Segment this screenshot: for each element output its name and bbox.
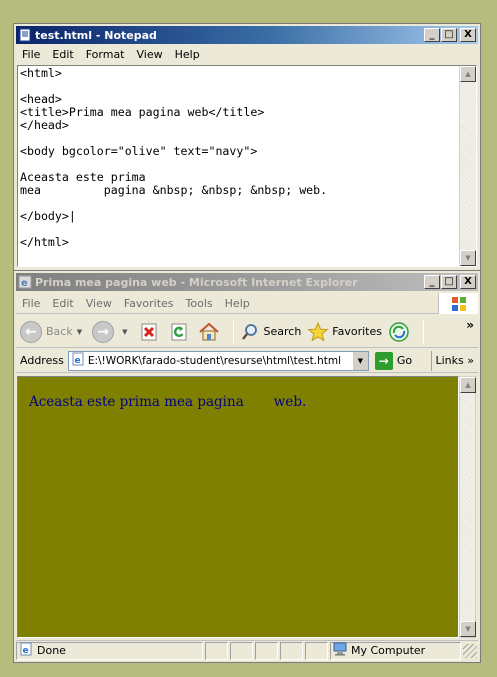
ie-window: e Prima mea pagina web - Microsoft Inter… — [13, 270, 481, 663]
ie-menu-file[interactable]: File — [16, 297, 46, 310]
favorites-button[interactable]: Favorites — [307, 321, 382, 343]
toolbar-chevron-icon[interactable]: » — [466, 318, 474, 332]
media-icon[interactable] — [388, 321, 410, 343]
notepad-titlebar[interactable]: test.html - Notepad _ □ X — [16, 26, 478, 44]
forward-dropdown-icon[interactable]: ▼ — [122, 328, 127, 336]
notepad-menu-edit[interactable]: Edit — [46, 48, 79, 61]
address-input[interactable]: e E:\!WORK\farado-student\resurse\html\t… — [67, 350, 369, 371]
ie-menubar: File Edit View Favorites Tools Help — [16, 293, 478, 314]
notepad-close-button[interactable]: X — [460, 28, 476, 42]
ie-menu-favorites[interactable]: Favorites — [118, 297, 180, 310]
ie-menu-view[interactable]: View — [80, 297, 118, 310]
address-bar: Address e E:\!WORK\farado-student\resurs… — [16, 349, 478, 373]
notepad-vertical-scrollbar[interactable]: ▲ ▼ — [459, 66, 476, 266]
svg-text:e: e — [21, 278, 28, 289]
forward-arrow-icon: → — [92, 320, 115, 343]
search-button[interactable]: Search — [239, 321, 302, 343]
status-text: Done — [37, 644, 66, 657]
go-button[interactable]: → Go — [374, 351, 413, 370]
notepad-menu-format[interactable]: Format — [80, 48, 131, 61]
status-bar: e Done My Computer — [16, 640, 478, 660]
notepad-menu-file[interactable]: File — [16, 48, 46, 61]
ie-menu-tools[interactable]: Tools — [180, 297, 219, 310]
ie-vertical-scrollbar[interactable]: ▲ ▼ — [459, 376, 476, 638]
forward-button[interactable]: → ▼ — [92, 320, 131, 343]
page-body-text: Aceasta este prima mea pagina web. — [29, 394, 307, 410]
refresh-icon[interactable] — [168, 321, 190, 343]
notepad-window: test.html - Notepad _ □ X File Edit Form… — [13, 23, 481, 271]
toolbar-separator — [423, 319, 424, 344]
status-pane — [280, 641, 303, 660]
status-done: e Done — [16, 641, 203, 660]
zone-text: My Computer — [351, 644, 426, 657]
notepad-text-area[interactable]: <html> <head> <title>Prima mea pagina we… — [17, 65, 477, 267]
ie-close-button[interactable]: X — [460, 275, 476, 289]
scroll-down-icon[interactable]: ▼ — [460, 621, 476, 637]
ie-menu-help[interactable]: Help — [219, 297, 256, 310]
scroll-down-icon[interactable]: ▼ — [460, 250, 476, 266]
ie-toolbar: ← Back ▼ → ▼ Search Favorites » — [16, 316, 478, 348]
search-label: Search — [263, 325, 302, 338]
scroll-up-icon[interactable]: ▲ — [460, 66, 476, 82]
my-computer-icon — [333, 642, 347, 659]
browser-viewport[interactable]: Aceasta este prima mea pagina web. — [17, 376, 459, 638]
links-button[interactable]: Links » — [430, 350, 474, 371]
status-page-icon: e — [19, 642, 33, 659]
ie-icon: e — [18, 275, 32, 289]
svg-text:e: e — [23, 646, 29, 656]
notepad-menubar: File Edit Format View Help — [16, 45, 478, 64]
address-text[interactable]: E:\!WORK\farado-student\resurse\html\tes… — [88, 355, 350, 367]
search-icon — [239, 321, 261, 343]
ie-title: Prima mea pagina web - Microsoft Interne… — [35, 275, 358, 289]
notepad-maximize-button[interactable]: □ — [441, 28, 457, 42]
svg-text:e: e — [74, 356, 80, 366]
back-label: Back — [46, 325, 73, 338]
notepad-menu-help[interactable]: Help — [169, 48, 206, 61]
resize-grip-icon[interactable] — [463, 643, 477, 658]
links-label: Links — [435, 354, 464, 367]
notepad-content[interactable]: <html> <head> <title>Prima mea pagina we… — [20, 67, 456, 249]
go-arrow-icon: → — [374, 351, 393, 370]
favorites-label: Favorites — [332, 325, 382, 338]
windows-logo-icon — [438, 293, 478, 314]
notepad-icon — [18, 28, 32, 42]
status-pane — [230, 641, 253, 660]
page-icon: e — [71, 352, 85, 369]
status-pane — [205, 641, 228, 660]
status-pane — [305, 641, 328, 660]
notepad-menu-view[interactable]: View — [131, 48, 169, 61]
links-chevron-icon: » — [467, 354, 474, 367]
ie-minimize-button[interactable]: _ — [424, 275, 440, 289]
back-arrow-icon: ← — [20, 320, 42, 343]
stop-icon[interactable] — [138, 321, 160, 343]
status-pane — [255, 641, 278, 660]
notepad-title: test.html - Notepad — [35, 28, 157, 42]
toolbar-separator — [232, 319, 234, 344]
notepad-minimize-button[interactable]: _ — [424, 28, 440, 42]
ie-titlebar[interactable]: e Prima mea pagina web - Microsoft Inter… — [16, 273, 478, 291]
address-dropdown-icon[interactable]: ▼ — [351, 351, 368, 370]
home-icon[interactable] — [198, 321, 220, 343]
favorites-star-icon — [307, 321, 329, 343]
go-label: Go — [396, 354, 413, 367]
status-zone: My Computer — [330, 641, 461, 660]
back-dropdown-icon[interactable]: ▼ — [77, 328, 82, 336]
ie-maximize-button[interactable]: □ — [441, 275, 457, 289]
scroll-up-icon[interactable]: ▲ — [460, 377, 476, 393]
address-label: Address — [20, 354, 64, 367]
ie-menu-edit[interactable]: Edit — [46, 297, 79, 310]
back-button[interactable]: ← Back ▼ — [20, 320, 86, 343]
